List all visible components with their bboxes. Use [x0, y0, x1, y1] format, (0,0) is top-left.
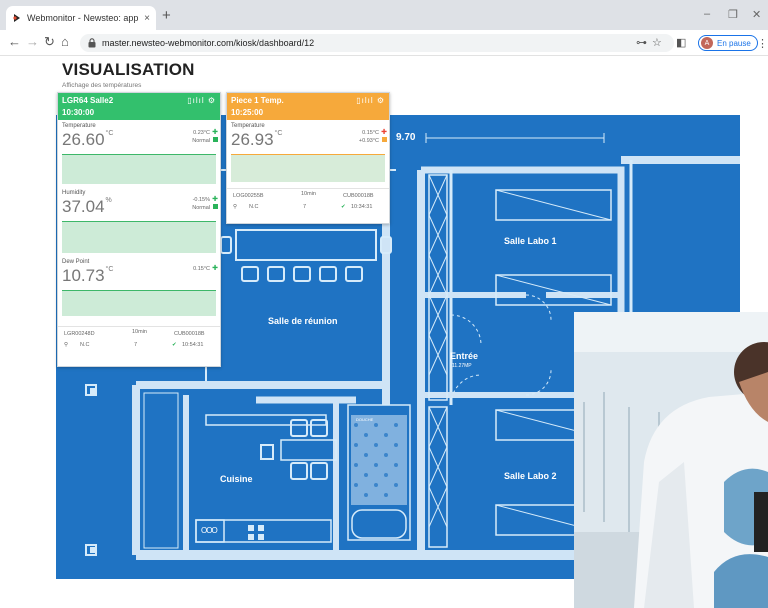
sensor-location: N.C [249, 204, 259, 210]
extension-icon[interactable]: ◧ [676, 37, 686, 49]
profile-status: En pause [717, 38, 751, 48]
reload-icon[interactable]: ↻ [44, 35, 55, 49]
metric-delta: 0.23°C Normal [192, 130, 210, 144]
lab-photo-image [574, 312, 768, 608]
room-label-lab1: Salle Labo 1 [504, 236, 557, 246]
metric-sparkline [62, 290, 216, 316]
room-label-shower: DOUCHE [356, 417, 374, 422]
minimize-icon[interactable]: – [704, 8, 710, 20]
card-header: LGR64 Salle2 10:30:00 ▯ılıl ⚙ [58, 93, 220, 120]
profile-paused-button[interactable]: A En pause [698, 35, 758, 51]
page-subtitle: Affichage des températures [62, 82, 142, 89]
card-actions-icons[interactable]: ▯ılıl ⚙ [356, 96, 385, 105]
sensor-time: 10:30:00 [62, 108, 95, 117]
gateway-id: CUB00018B [174, 331, 205, 337]
tab-close-icon[interactable]: × [144, 13, 150, 24]
room-label-kitchen: Cuisine [220, 474, 253, 484]
password-key-icon[interactable]: ⊶ [636, 37, 647, 49]
maximize-icon[interactable]: ❐ [728, 8, 738, 21]
url-text: master.newsteo-webmonitor.com/kiosk/dash… [102, 38, 315, 48]
status-square-icon [213, 137, 218, 142]
metric-sparkline [62, 221, 216, 253]
trend-arrow-icon: ✚ [212, 129, 218, 136]
room-label-entrance: Entrée [450, 351, 479, 361]
card-actions-icons[interactable]: ▯ılıl ⚙ [187, 96, 216, 105]
sensor-time: 10:25:00 [231, 108, 264, 117]
sensor-card[interactable]: LGR64 Salle2 10:30:00 ▯ılıl ⚙ Temperatur… [57, 92, 221, 367]
last-seen: 10:34:31 [351, 204, 373, 210]
sensor-interval: 10min [132, 329, 147, 335]
lock-icon [88, 38, 96, 48]
metric-sparkline [231, 154, 385, 182]
lab-photo [574, 312, 768, 608]
gateway-id: CUB00018B [343, 193, 374, 199]
battery-level: 7 [134, 342, 138, 348]
location-icon: ⚲ [233, 204, 238, 210]
browser-toolbar: ← → ↻ ⌂ master.newsteo-webmonitor.com/ki… [0, 30, 768, 56]
forward-icon[interactable]: → [26, 35, 39, 49]
page-title: VISUALISATION [62, 60, 195, 79]
address-bar[interactable]: master.newsteo-webmonitor.com/kiosk/dash… [80, 34, 674, 52]
back-icon[interactable]: ← [8, 35, 21, 49]
card-footer: LOG00255B 10min CUB00018B ⚲ N.C 7 ✔ 10:3… [227, 188, 389, 220]
sensor-interval: 10min [301, 191, 316, 197]
browser-menu-icon[interactable]: ⋮ [757, 37, 768, 50]
last-seen: 10:54:31 [182, 342, 204, 348]
dimension-label: 9.70 [396, 132, 416, 143]
room-label-meeting: Salle de réunion [268, 316, 338, 326]
location-icon: ⚲ [64, 342, 69, 348]
bookmark-star-icon[interactable]: ☆ [652, 37, 662, 49]
trend-arrow-icon: ✚ [212, 196, 218, 203]
browser-tab[interactable]: Webmonitor - Newsteo: applicati × [6, 6, 156, 30]
status-square-icon [213, 204, 218, 209]
card-header: Piece 1 Temp. 10:25:00 ▯ılıl ⚙ [227, 93, 389, 120]
metric-delta: -0.15% Normal [192, 197, 210, 211]
window-close-icon[interactable]: ✕ [752, 8, 761, 21]
browser-tab-bar: Webmonitor - Newsteo: applicati × + – ❐ … [0, 0, 768, 30]
check-icon: ✔ [172, 342, 177, 348]
metric-temperature: Temperature 26.93°C 0.15°C +0.93°C ✚ [227, 120, 389, 182]
room-area-entrance: 11.27MP [452, 363, 472, 369]
new-tab-button[interactable]: + [162, 8, 171, 24]
metric-dewpoint: Dew Point 10.73°C 0.15°C ✚ [58, 256, 220, 316]
oven-rings: OOO [201, 526, 218, 535]
avatar: A [701, 37, 713, 49]
card-footer: LGR00248D 10min CUB00018B ⚲ N.C 7 ✔ 10:5… [58, 326, 220, 362]
status-square-icon [382, 137, 387, 142]
trend-arrow-icon: ✚ [381, 129, 387, 136]
metric-delta: 0.15°C [193, 266, 210, 272]
sensor-id: LGR00248D [64, 331, 95, 337]
battery-level: 7 [303, 204, 307, 210]
sensor-id: LOG00255B [233, 193, 264, 199]
metric-sparkline [62, 154, 216, 184]
tab-title: Webmonitor - Newsteo: applicati [27, 13, 140, 23]
check-icon: ✔ [341, 204, 346, 210]
sensor-location: N.C [80, 342, 90, 348]
trend-arrow-icon: ✚ [212, 265, 218, 272]
metric-temperature: Temperature 26.60°C 0.23°C Normal ✚ [58, 120, 220, 184]
sensor-card[interactable]: Piece 1 Temp. 10:25:00 ▯ılıl ⚙ Temperatu… [226, 92, 390, 224]
newsteo-favicon [12, 13, 22, 23]
home-icon[interactable]: ⌂ [61, 35, 69, 49]
metric-humidity: Humidity 37.04% -0.15% Normal ✚ [58, 187, 220, 253]
metric-delta: 0.15°C +0.93°C [358, 130, 379, 144]
room-label-lab2: Salle Labo 2 [504, 471, 557, 481]
